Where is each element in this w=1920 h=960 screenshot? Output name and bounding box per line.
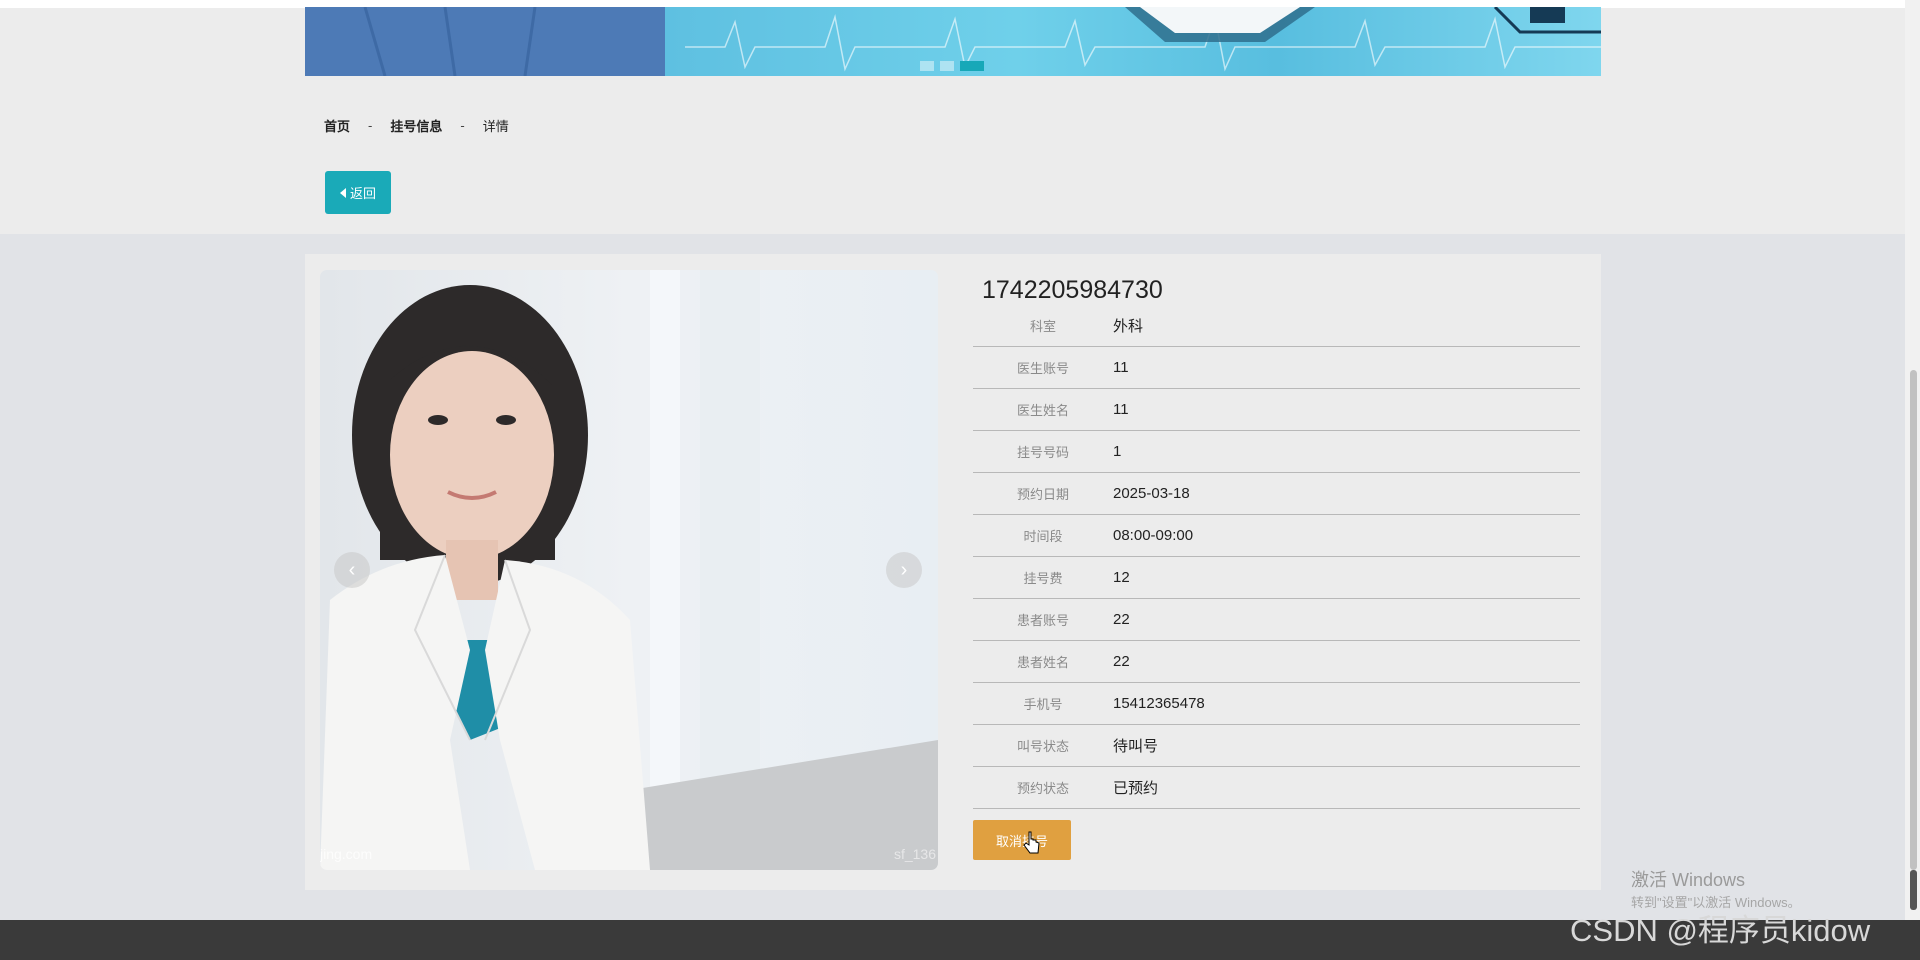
detail-value: 已预约 (1113, 780, 1159, 797)
carousel-next-button[interactable]: › (886, 552, 922, 588)
banner-carousel[interactable] (305, 7, 1601, 76)
detail-value: 11 (1113, 401, 1129, 418)
breadcrumb-home[interactable]: 首页 (324, 116, 350, 135)
back-button-label: 返回 (349, 186, 376, 201)
carousel-dot[interactable] (940, 61, 954, 71)
detail-value: 外科 (1113, 318, 1144, 335)
detail-row: 挂号费 12 (973, 557, 1580, 599)
detail-label: 患者姓名 (1016, 655, 1069, 670)
doctor-photo (320, 270, 938, 870)
detail-value: 1 (1113, 443, 1122, 460)
detail-label: 预约状态 (1016, 781, 1069, 796)
detail-value: 12 (1113, 569, 1130, 586)
detail-label: 医生账号 (1016, 361, 1069, 376)
detail-value: 08:00-09:00 (1113, 527, 1194, 544)
windows-activation-title: 激活 Windows (1631, 870, 1746, 890)
detail-value: 11 (1113, 359, 1129, 376)
carousel-prev-button[interactable]: ‹ (334, 552, 370, 588)
detail-label: 患者账号 (1016, 613, 1069, 628)
detail-label: 科室 (1029, 319, 1056, 334)
detail-row: 科室 外科 (973, 305, 1580, 347)
detail-row: 患者姓名 22 (973, 641, 1580, 683)
caret-left-icon (339, 187, 346, 198)
detail-row: 医生账号 11 (973, 347, 1580, 389)
detail-value: 待叫号 (1113, 738, 1159, 755)
doctor-photo-carousel[interactable]: ‹ › jing.com sf_136 (320, 270, 938, 870)
detail-label: 医生姓名 (1016, 403, 1069, 418)
chevron-right-icon: › (900, 558, 908, 581)
hand-cursor-icon (1023, 831, 1040, 854)
detail-value: 22 (1113, 611, 1130, 628)
detail-row: 预约日期 2025-03-18 (973, 473, 1580, 515)
chevron-left-icon: ‹ (348, 558, 356, 581)
record-id: 1742205984730 (982, 276, 1163, 304)
detail-label: 时间段 (1023, 529, 1063, 544)
cancel-registration-button[interactable]: 取消挂号 (973, 820, 1071, 860)
detail-label: 叫号状态 (1016, 739, 1069, 754)
detail-value: 2025-03-18 (1113, 485, 1190, 502)
carousel-indicators (920, 61, 984, 71)
breadcrumb-separator: - (460, 118, 465, 133)
detail-row: 时间段 08:00-09:00 (973, 515, 1580, 557)
detail-label: 挂号号码 (1016, 445, 1069, 460)
breadcrumb-current: 详情 (482, 119, 509, 134)
detail-label: 手机号 (1023, 697, 1063, 712)
carousel-dot-active[interactable] (960, 61, 984, 71)
csdn-watermark: CSDN @程序员kidow (1570, 913, 1871, 948)
detail-row: 叫号状态 待叫号 (973, 725, 1580, 767)
detail-row: 患者账号 22 (973, 599, 1580, 641)
detail-table: 科室 外科医生账号 11 医生姓名 11 挂号号码 1 预约日期 2025-03-18 时间段 08… (973, 305, 1580, 809)
detail-value: 15412365478 (1113, 695, 1205, 712)
breadcrumb: 首页 - 挂号信息 - 详情 (324, 116, 509, 135)
back-button[interactable]: 返回 (325, 171, 391, 214)
carousel-dot[interactable] (920, 61, 934, 71)
photo-watermark: jing.com (320, 846, 373, 862)
detail-row: 手机号 15412365478 (973, 683, 1580, 725)
taskbar-edge (1910, 870, 1917, 910)
photo-watermark-id: sf_136 (893, 846, 936, 862)
detail-row: 预约状态 已预约 (973, 767, 1580, 809)
detail-value: 22 (1113, 653, 1130, 670)
scrollbar-thumb[interactable] (1910, 370, 1917, 870)
detail-row: 挂号号码 1 (973, 431, 1580, 473)
breadcrumb-section[interactable]: 挂号信息 (390, 116, 442, 135)
detail-label: 预约日期 (1016, 487, 1069, 502)
detail-label: 挂号费 (1023, 571, 1063, 586)
detail-row: 医生姓名 11 (973, 389, 1580, 431)
breadcrumb-separator: - (368, 118, 373, 133)
